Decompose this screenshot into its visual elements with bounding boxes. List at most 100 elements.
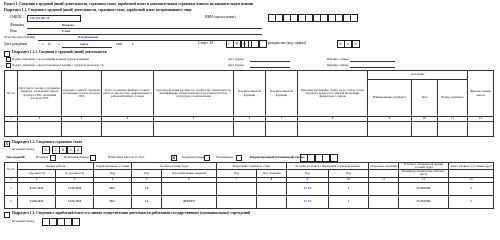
continue-refuse-line[interactable] <box>350 61 395 62</box>
corr-period-label: Корректирующий (отменяемый) период <box>250 155 305 159</box>
birth-label: Дата рождения <box>4 42 27 46</box>
provide-refuse-line[interactable] <box>350 67 395 68</box>
sub111-table: № п/п Дата (число, месяц, год) приема, п… <box>4 70 494 137</box>
empty-cell[interactable] <box>61 121 102 137</box>
col-doc-date: Дата <box>411 79 438 117</box>
empty-cell[interactable] <box>411 121 438 137</box>
sub12-checkbox[interactable] <box>4 141 10 147</box>
continue-date-label: Дата подачи <box>228 57 244 61</box>
provide-date-line[interactable] <box>250 67 290 68</box>
snils-value: 150-223-567 19 <box>30 16 50 20</box>
empty-cell[interactable] <box>437 121 468 137</box>
sub12-title: Подраздел 1.2. Сведения о страховом стаж… <box>12 140 83 144</box>
empty-cell[interactable] <box>153 121 234 137</box>
col-basis: Основание <box>367 70 468 80</box>
period-code-cells[interactable]: 3 <box>41 146 50 154</box>
citizenship-cells[interactable]: 643 <box>336 40 360 48</box>
row-result: 27.2020/ВА <box>398 194 450 209</box>
provide-info-label: Подано заявление о предоставлении сведен… <box>12 63 104 67</box>
sub12-col-calc: Исчисление страхового стажа <box>216 161 288 171</box>
option-cancel-checkbox[interactable] <box>236 155 242 161</box>
surname-value[interactable]: Иванова <box>62 24 74 27</box>
inn-cells[interactable] <box>267 14 358 22</box>
empty-cell[interactable] <box>233 121 266 137</box>
row-early: 27-ГЗ <box>286 194 330 209</box>
table-row[interactable]: 2 14.08.2024 14.08.2024 РКС 1.6 ДЕКРЕТ 2… <box>4 194 495 209</box>
col-info: Сведения о приеме, переводе, увольнении,… <box>61 70 102 117</box>
birth-month[interactable]: марта <box>80 43 88 46</box>
sub12-table: № п/п Период работы Территориальные усло… <box>4 161 495 209</box>
col-cancel: Признак отмены записи <box>467 70 494 117</box>
sub12-col-period: Период работы <box>16 161 95 171</box>
empty-cell[interactable] <box>17 121 62 137</box>
empty-cell[interactable] <box>4 121 18 137</box>
type-label: Тип сведений: <box>6 155 26 159</box>
empty-cell[interactable] <box>297 121 368 137</box>
period-year-cells[interactable]: 2024 <box>51 146 82 154</box>
row-early: 27-ГЗ <box>286 181 330 196</box>
subsection11-title: Подраздел 1.1. Сведения о трудовой (иной… <box>4 8 192 12</box>
corr-period-cells[interactable] <box>299 154 338 162</box>
sub12-col-num: № п/п <box>4 162 18 178</box>
sub12-col-sout: Результат специальной оценки условий тру… <box>398 161 450 171</box>
sub12-sub-code: Код <box>216 169 258 178</box>
surname-label: Фамилия <box>10 23 25 27</box>
snils-label: СНИЛС <box>10 15 23 19</box>
sub12-col-terr: Территориальные условия <box>93 161 133 171</box>
row-terr: РКС <box>93 181 133 196</box>
table-row[interactable]: 1 01.01.2024 13.08.2024 РКС 1.6 27-ГЗ 1 … <box>4 181 495 196</box>
name-label: Имя <box>10 29 17 33</box>
continue-book-checkbox[interactable] <box>6 57 11 62</box>
empty-cell[interactable] <box>467 121 494 137</box>
sub12-sub-from: с (дд.мм.гггг) <box>17 169 56 178</box>
option-corr-checkbox[interactable] <box>204 155 210 161</box>
sub13-checkbox[interactable] <box>4 212 10 218</box>
col-doc-num: Номер документа <box>437 79 468 117</box>
sub12-sub-code: Код <box>131 169 163 178</box>
snils-field[interactable]: 150-223-567 19 <box>27 15 81 22</box>
row-spec: ДЕКРЕТ <box>161 194 218 209</box>
empty-cell[interactable] <box>101 121 154 137</box>
sub13-title: Подраздел 1.3. Сведения о заработной пла… <box>12 211 250 215</box>
sub12-sub-place: Индивидуальный номер рабочего места <box>398 169 450 178</box>
birth-day[interactable]: 15 <box>48 43 51 46</box>
sub12-col-class: Класс (подкласс) условий труда <box>448 161 495 171</box>
col-reason: Причины увольнения, пункт, часть статьи,… <box>297 70 368 117</box>
row-to: 13.08.2024 <box>54 181 95 196</box>
continue-refuse-label: Причина отмены <box>327 57 349 61</box>
row-num: 2 <box>4 194 18 209</box>
name-value[interactable]: Елена <box>62 30 70 33</box>
birth-month-line <box>62 47 112 48</box>
name-line <box>27 34 262 35</box>
provide-date-label: Дата подачи <box>228 63 244 67</box>
row-to: 14.08.2024 <box>54 194 95 209</box>
option-pension-checkbox[interactable] <box>90 155 96 161</box>
option-corr: Корректирующая <box>182 155 205 159</box>
row-code: 1 <box>328 194 370 209</box>
patronymic-value[interactable]: Владимировна <box>78 36 98 39</box>
provide-info-checkbox[interactable] <box>6 63 11 68</box>
section1-title: Раздел 1. Сведения о трудовой (иной) дея… <box>4 2 254 6</box>
row-num: 1 <box>4 181 18 196</box>
row-spec <box>161 181 218 196</box>
status-extra-cells[interactable] <box>243 40 267 48</box>
empty-cell[interactable] <box>265 121 298 137</box>
sub12-col-other: Отдельные сведения <box>368 161 400 171</box>
inn-label: ИНН (при наличии) <box>205 15 236 19</box>
sub12-sub-to: по (дд.мм.гггг) <box>54 169 95 178</box>
continue-date-line[interactable] <box>250 61 290 62</box>
empty-cell[interactable] <box>367 121 412 137</box>
col-function: Трудовая функция (должность, профессия, … <box>153 70 234 117</box>
sub13-period-cells[interactable] <box>41 218 80 226</box>
option-initial-checkbox[interactable] <box>50 155 56 161</box>
option-oss-checkbox[interactable] <box>171 155 177 161</box>
sub12-col-special: Особые условия труда <box>131 161 218 171</box>
continue-book-label: Подано заявление о продолжении ведения т… <box>12 57 89 61</box>
status-label: Статус ЗЛ <box>198 41 214 45</box>
option-initial: Исходная <box>36 155 49 159</box>
birth-year[interactable]: 1985 <box>116 43 122 46</box>
row-coef: 1.6 <box>131 181 163 196</box>
sub12-col-early: Условия досрочного назначения страховой … <box>286 161 370 171</box>
patronymic-label: Отчество (при наличии) <box>4 35 35 39</box>
col-date: Дата (число, месяц, год) приема, перевод… <box>17 70 62 117</box>
